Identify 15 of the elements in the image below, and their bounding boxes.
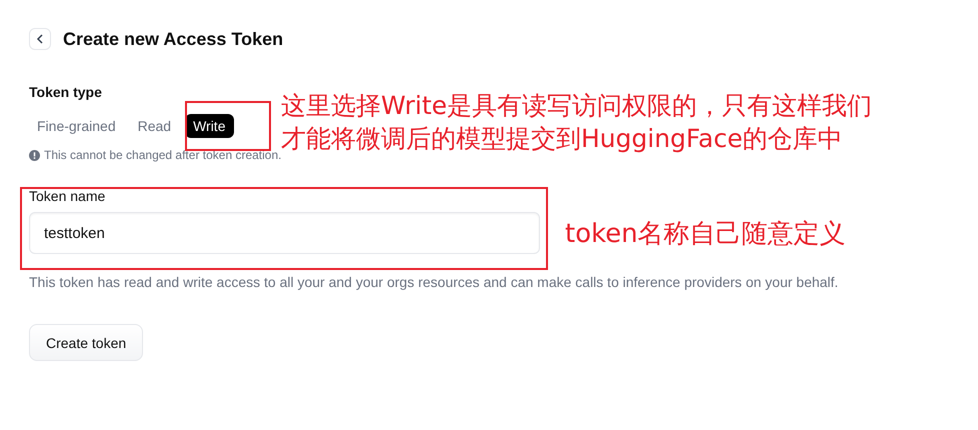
annotation-text: token名称自己随意定义 xyxy=(565,218,846,251)
page-title: Create new Access Token xyxy=(63,28,284,50)
annotation-text: 这里选择Write是具有读写访问权限的，只有这样我们 才能将微调后的模型提交到HuggingFace的仓库中 xyxy=(281,90,872,154)
token-type-tab[interactable]: Fine-grained xyxy=(29,114,124,138)
token-type-label: Token type xyxy=(29,84,103,100)
token-type-tab[interactable]: Read xyxy=(130,114,180,138)
info-icon xyxy=(29,150,40,160)
token-description: This token has read and write access to all your and your orgs resources and can make calls to inference providers on your behalf. xyxy=(29,274,840,290)
create-token-button[interactable]: Create token xyxy=(29,324,144,361)
token-name-field[interactable]: testtoken xyxy=(29,212,540,254)
token-type-note: This cannot be changed after token creation. xyxy=(44,148,282,162)
token-name-label: Token name xyxy=(29,188,106,204)
chevron-left-icon xyxy=(36,34,44,44)
token-type-tab[interactable]: Write xyxy=(185,114,234,138)
back-button[interactable] xyxy=(29,28,51,50)
